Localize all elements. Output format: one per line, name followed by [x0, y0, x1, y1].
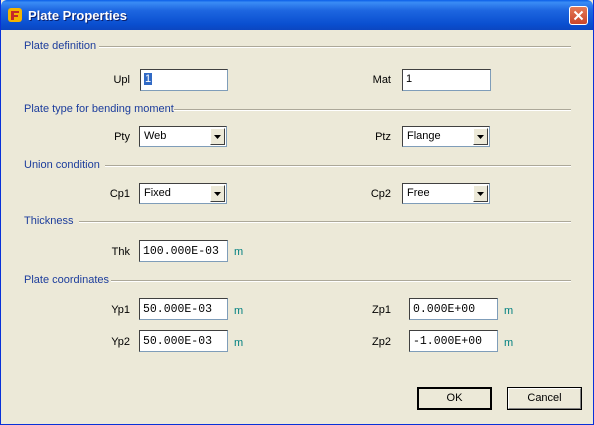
yp2-unit: m	[234, 337, 244, 349]
mat-field[interactable]: 1	[402, 69, 491, 91]
thk-field[interactable]: 100.000E-03	[139, 240, 228, 262]
yp2-label: Yp2	[111, 336, 130, 348]
zp1-unit: m	[504, 305, 514, 317]
cp2-label: Cp2	[370, 188, 391, 200]
zp2-field[interactable]: -1.000E+00	[409, 330, 498, 352]
dropdown-button[interactable]	[473, 185, 488, 202]
pty-label: Pty	[114, 131, 130, 143]
zp1-label: Zp1	[372, 304, 391, 316]
cp1-label: Cp1	[109, 188, 130, 200]
chevron-down-icon	[477, 135, 484, 139]
pty-dropdown[interactable]: Web	[139, 126, 227, 147]
divider	[174, 109, 571, 111]
ok-button-label: OK	[446, 392, 463, 404]
thk-label: Thk	[111, 246, 130, 258]
zp2-label: Zp2	[372, 336, 391, 348]
plate-properties-dialog: Plate Properties Plate definition Upl 1 …	[0, 0, 594, 425]
chevron-down-icon	[214, 135, 221, 139]
divider	[99, 46, 571, 48]
mat-label: Mat	[372, 74, 391, 86]
dropdown-button[interactable]	[473, 128, 488, 145]
cancel-button[interactable]: Cancel	[507, 387, 582, 410]
app-logo-icon	[7, 7, 23, 23]
cp2-dropdown[interactable]: Free	[402, 183, 490, 204]
close-icon	[573, 10, 584, 21]
yp1-field[interactable]: 50.000E-03	[139, 298, 228, 320]
zp2-unit: m	[504, 337, 514, 349]
section-plate-coordinates: Plate coordinates	[24, 274, 109, 286]
divider	[105, 165, 571, 167]
yp1-label: Yp1	[111, 304, 130, 316]
divider	[79, 221, 571, 223]
pty-value: Web	[144, 130, 167, 142]
cancel-button-label: Cancel	[527, 392, 562, 404]
section-union-condition: Union condition	[24, 159, 100, 171]
ptz-label: Ptz	[375, 131, 391, 143]
window-title: Plate Properties	[28, 8, 127, 23]
close-button[interactable]	[569, 6, 588, 25]
section-thickness: Thickness	[24, 215, 74, 227]
ptz-value: Flange	[407, 130, 441, 142]
ptz-dropdown[interactable]: Flange	[402, 126, 490, 147]
cp2-value: Free	[407, 187, 430, 199]
section-plate-definition: Plate definition	[24, 40, 97, 52]
thk-unit: m	[234, 246, 244, 258]
dropdown-button[interactable]	[210, 185, 225, 202]
title-bar[interactable]: Plate Properties	[1, 0, 593, 30]
chevron-down-icon	[214, 192, 221, 196]
cp1-dropdown[interactable]: Fixed	[139, 183, 227, 204]
upl-field[interactable]: 1	[140, 69, 228, 91]
dropdown-button[interactable]	[210, 128, 225, 145]
chevron-down-icon	[477, 192, 484, 196]
yp1-unit: m	[234, 305, 244, 317]
ok-button[interactable]: OK	[417, 387, 492, 410]
section-plate-type: Plate type for bending moment	[24, 103, 174, 115]
yp2-field[interactable]: 50.000E-03	[139, 330, 228, 352]
cp1-value: Fixed	[144, 187, 171, 199]
divider	[111, 280, 571, 282]
zp1-field[interactable]: 0.000E+00	[409, 298, 498, 320]
upl-label: Upl	[113, 74, 130, 86]
